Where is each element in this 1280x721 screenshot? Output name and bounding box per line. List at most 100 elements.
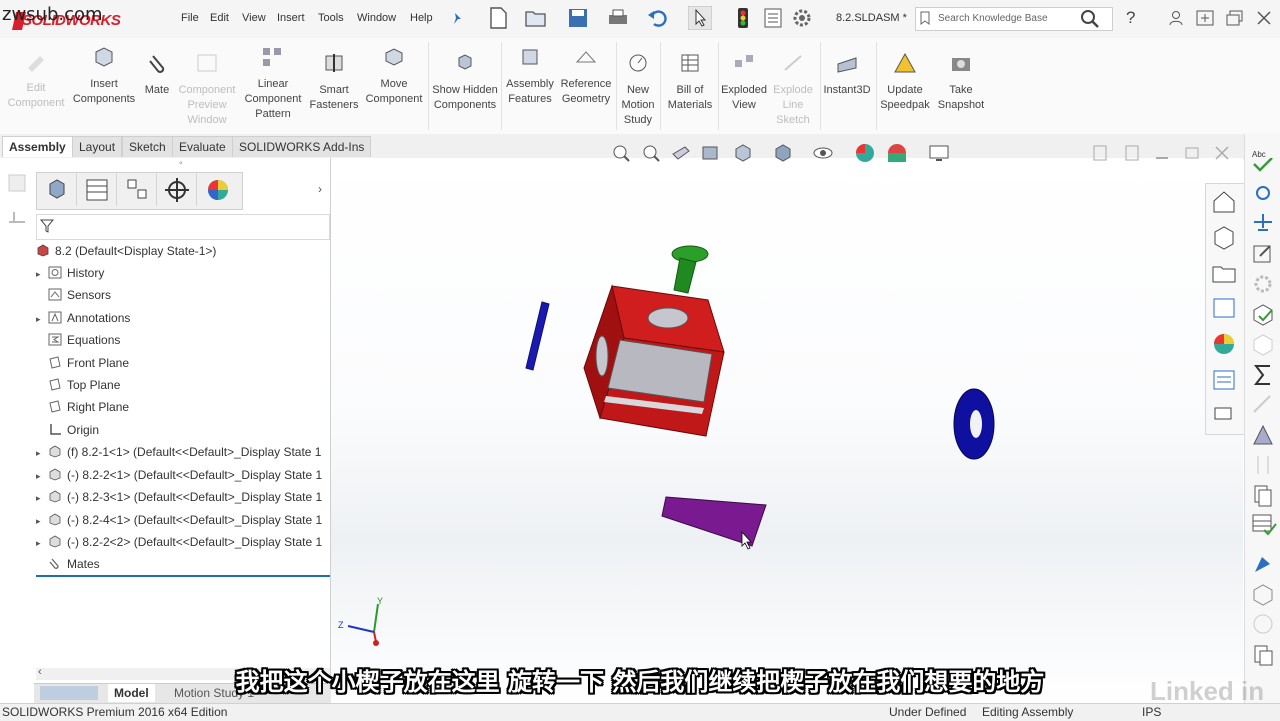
- tree-item-history[interactable]: ▸ History: [36, 264, 104, 282]
- expand-arrow-icon[interactable]: ▸: [36, 512, 48, 530]
- file-properties-icon[interactable]: [761, 6, 785, 30]
- user-icon[interactable]: [1168, 10, 1184, 26]
- edit-component-button[interactable]: Edit Component: [4, 50, 68, 111]
- update-speedpak-button[interactable]: Update Speedpak: [878, 52, 932, 113]
- display-manager-icon[interactable]: [199, 174, 237, 206]
- feature-manager-tree-icon[interactable]: [38, 174, 77, 206]
- insert-components-button[interactable]: Insert Components: [70, 46, 138, 107]
- print-icon[interactable]: [606, 6, 630, 30]
- pin-icon[interactable]: [452, 12, 464, 26]
- tree-item-mates[interactable]: Mates: [36, 555, 100, 573]
- zoom-icon: [1256, 186, 1270, 200]
- assembly-features-button[interactable]: Assembly Features: [503, 46, 557, 107]
- mate-label: Mate: [144, 84, 170, 96]
- mate-button[interactable]: Mate: [140, 52, 174, 98]
- reference-geometry-button[interactable]: Reference Geometry: [558, 46, 614, 107]
- tree-item-sensors[interactable]: Sensors: [36, 286, 111, 304]
- explode-line-sketch-button[interactable]: Explode Line Sketch: [768, 52, 818, 128]
- tree-item-front-plane[interactable]: Front Plane: [36, 354, 129, 372]
- filter-funnel-icon[interactable]: [40, 219, 56, 233]
- tree-item-component[interactable]: ▸ (f) 8.2-1<1> (Default<<Default>_Display…: [36, 443, 321, 461]
- tree-item-label: Origin: [67, 423, 100, 437]
- property-manager-icon[interactable]: [78, 174, 117, 206]
- blue-bar-part: [525, 301, 550, 371]
- restore-layout-icon[interactable]: [1196, 10, 1214, 26]
- menu-help[interactable]: Help: [410, 12, 433, 24]
- cube-outline-icon: [1253, 584, 1273, 606]
- tree-item-top-plane[interactable]: Top Plane: [36, 376, 120, 394]
- status-units[interactable]: IPS: [1142, 705, 1161, 719]
- splitter-handle-icon[interactable]: °: [179, 160, 183, 170]
- options-gear-icon[interactable]: [790, 6, 814, 30]
- appearances-icon: [1214, 334, 1234, 354]
- heads-up-view-toolbar[interactable]: [610, 142, 960, 164]
- linear-component-pattern-button[interactable]: Linear Component Pattern: [240, 46, 306, 122]
- open-folder-icon[interactable]: [524, 6, 548, 30]
- reference-geometry-icon: [575, 51, 597, 63]
- menu-edit[interactable]: Edit: [210, 12, 229, 24]
- tree-item-annotations[interactable]: ▸ Annotations: [36, 309, 130, 327]
- status-app-version: SOLIDWORKS Premium 2016 x64 Edition: [2, 705, 228, 719]
- expand-arrow-icon[interactable]: ▸: [36, 310, 48, 328]
- component-preview-window-button[interactable]: Component Preview Window: [176, 52, 238, 128]
- purple-wedge-part: [661, 496, 767, 547]
- save-icon[interactable]: [566, 6, 590, 30]
- new-document-icon[interactable]: [486, 6, 510, 30]
- help-question-icon[interactable]: ?: [1126, 8, 1135, 28]
- tree-item-component[interactable]: ▸ (-) 8.2-2<1> (Default<<Default>_Display…: [36, 466, 322, 484]
- undo-icon[interactable]: [646, 6, 670, 30]
- tree-item-origin[interactable]: Origin: [36, 421, 99, 439]
- faded-tool-icon: [1253, 395, 1271, 413]
- dimxpert-manager-icon[interactable]: [158, 174, 197, 206]
- apply-scene-icon: [888, 144, 906, 162]
- menu-insert[interactable]: Insert: [277, 12, 305, 24]
- show-hidden-components-button[interactable]: Show Hidden Components: [430, 52, 500, 113]
- filter-row[interactable]: [36, 214, 330, 240]
- chevron-right-icon[interactable]: ›: [318, 182, 322, 196]
- menu-tools[interactable]: Tools: [318, 12, 344, 24]
- window-close-icon[interactable]: [1256, 10, 1272, 26]
- component-icon: [49, 445, 61, 458]
- tab-layout[interactable]: Layout: [72, 136, 123, 157]
- view-palette-buttons[interactable]: [1211, 188, 1237, 428]
- tree-item-component[interactable]: ▸ (-) 8.2-3<1> (Default<<Default>_Display…: [36, 488, 322, 506]
- tab-assembly[interactable]: Assembly: [2, 136, 73, 157]
- menu-view[interactable]: View: [242, 12, 266, 24]
- tab-sketch[interactable]: Sketch: [122, 136, 173, 157]
- tree-item-component[interactable]: ▸ (-) 8.2-2<2> (Default<<Default>_Display…: [36, 533, 322, 551]
- viewport-window-controls[interactable]: [1092, 144, 1232, 162]
- assembly-model[interactable]: [510, 238, 1030, 558]
- search-icon[interactable]: [1080, 9, 1100, 29]
- tab-solidworks-addins[interactable]: SOLIDWORKS Add-Ins: [232, 136, 372, 157]
- move-component-button[interactable]: Move Component: [362, 46, 426, 107]
- select-cursor-icon[interactable]: [688, 6, 712, 30]
- take-snapshot-button[interactable]: Take Snapshot: [934, 52, 988, 113]
- rebuild-traffic-light-icon[interactable]: [731, 6, 755, 30]
- instant3d-button[interactable]: Instant3D: [820, 52, 874, 98]
- menu-window[interactable]: Window: [357, 12, 396, 24]
- expand-arrow-icon[interactable]: ▸: [36, 265, 48, 283]
- expand-arrow-icon[interactable]: ▸: [36, 467, 48, 485]
- tab-evaluate[interactable]: Evaluate: [172, 136, 233, 157]
- tree-root[interactable]: 8.2 (Default<Display State-1>): [36, 242, 216, 260]
- new-motion-study-button[interactable]: New Motion Study: [618, 52, 658, 128]
- smart-fasteners-button[interactable]: Smart Fasteners: [308, 52, 360, 113]
- tree-item-right-plane[interactable]: Right Plane: [36, 398, 129, 416]
- side-toolbar-icon[interactable]: [6, 172, 28, 194]
- rollback-bar[interactable]: [36, 575, 330, 577]
- expand-arrow-icon[interactable]: ▸: [36, 534, 48, 552]
- window-restore-icon[interactable]: [1226, 10, 1244, 26]
- tree-item-equations[interactable]: Equations: [36, 331, 120, 349]
- side-toolbar-icon[interactable]: [6, 206, 28, 228]
- annotations-icon: [48, 311, 62, 324]
- expand-arrow-icon[interactable]: ▸: [36, 489, 48, 507]
- expand-arrow-icon[interactable]: ▸: [36, 444, 48, 462]
- search-scope-icon[interactable]: [919, 11, 931, 25]
- 3d-part-icon: [1214, 226, 1234, 250]
- configuration-manager-icon[interactable]: [118, 174, 157, 206]
- bill-of-materials-button[interactable]: Bill of Materials: [662, 52, 718, 113]
- task-pane-icons[interactable]: [1250, 158, 1278, 668]
- exploded-view-button[interactable]: Exploded View: [720, 52, 768, 113]
- menu-file[interactable]: File: [181, 12, 199, 24]
- tree-item-component[interactable]: ▸ (-) 8.2-4<1> (Default<<Default>_Display…: [36, 511, 322, 529]
